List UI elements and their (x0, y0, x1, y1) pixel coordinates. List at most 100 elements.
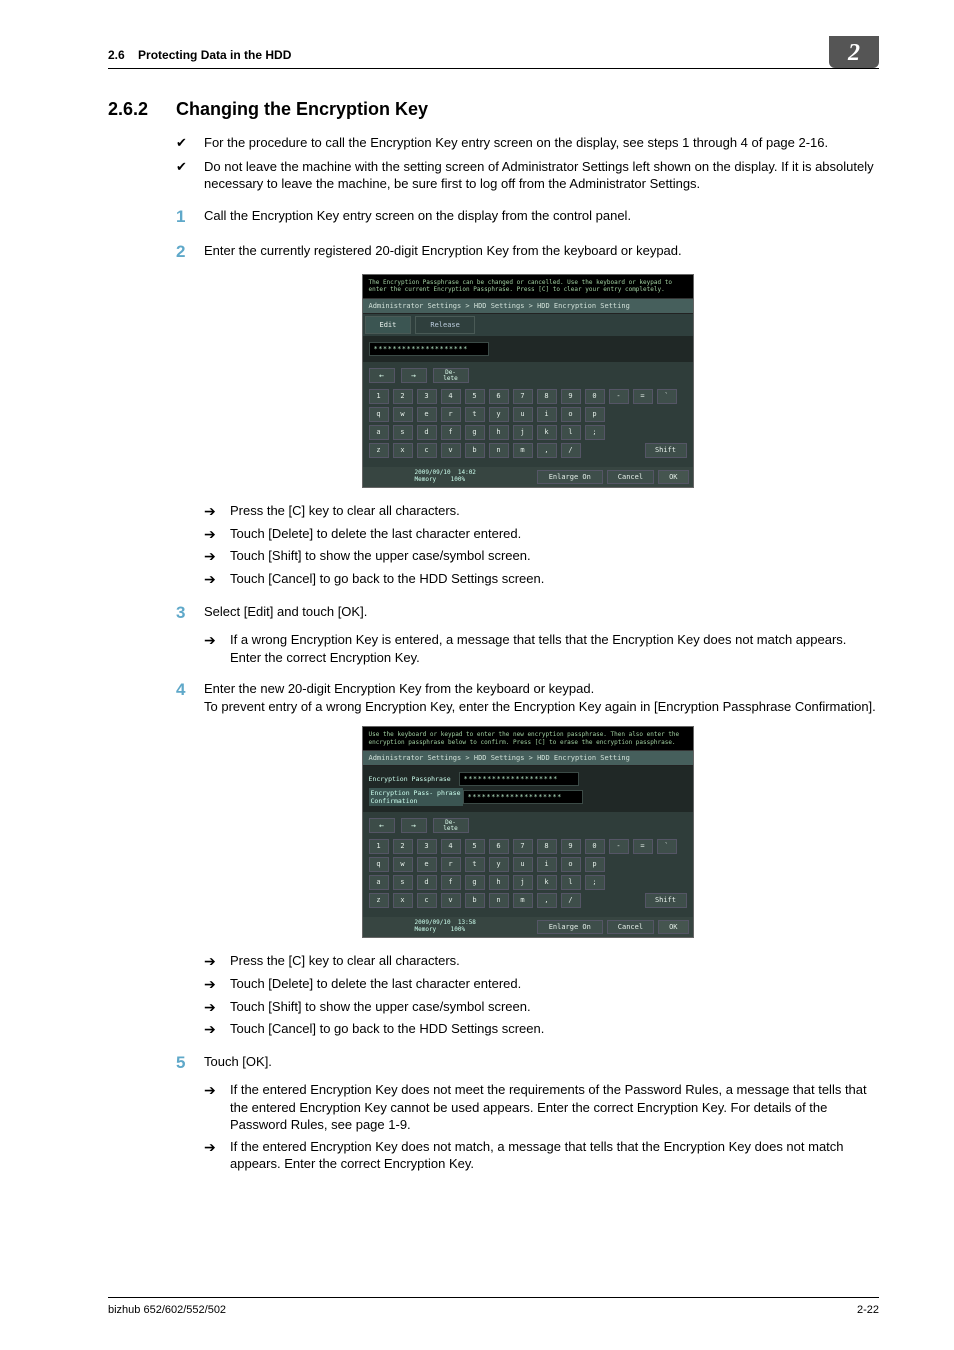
keyboard-key[interactable]: n (489, 443, 509, 458)
keyboard-key[interactable]: d (417, 425, 437, 440)
keyboard-key[interactable]: f (441, 425, 461, 440)
keyboard-key[interactable]: d (417, 875, 437, 890)
keyboard-key[interactable]: n (489, 893, 509, 908)
keyboard-key[interactable]: 4 (441, 839, 461, 854)
keyboard-key[interactable]: t (465, 857, 485, 872)
keyboard-key[interactable]: = (633, 839, 653, 854)
keyboard-key[interactable]: - (609, 839, 629, 854)
keyboard-key[interactable]: 9 (561, 389, 581, 404)
keyboard-key[interactable]: ` (657, 839, 677, 854)
keyboard-key[interactable]: b (465, 443, 485, 458)
delete-key[interactable]: De- lete (433, 368, 469, 383)
delete-key[interactable]: De- lete (433, 818, 469, 833)
tab-edit[interactable]: Edit (365, 316, 412, 334)
arrow-left-key[interactable]: ← (369, 368, 395, 383)
keyboard-key[interactable]: 9 (561, 839, 581, 854)
keyboard-key[interactable]: p (585, 857, 605, 872)
arrow-left-key[interactable]: ← (369, 818, 395, 833)
cancel-button[interactable]: Cancel (607, 470, 654, 484)
keyboard-key[interactable]: c (417, 443, 437, 458)
keyboard-key[interactable]: q (369, 857, 389, 872)
keyboard-key[interactable]: ` (657, 389, 677, 404)
keyboard-key[interactable]: u (513, 857, 533, 872)
keyboard-key[interactable]: r (441, 407, 461, 422)
keyboard-key[interactable]: i (537, 407, 557, 422)
keyboard-key[interactable]: , (537, 443, 557, 458)
tab-release[interactable]: Release (415, 316, 475, 334)
keyboard-key[interactable]: a (369, 425, 389, 440)
keyboard-key[interactable]: j (513, 425, 533, 440)
enlarge-button[interactable]: Enlarge On (537, 920, 603, 934)
keyboard-key[interactable]: w (393, 407, 413, 422)
keyboard-key[interactable]: t (465, 407, 485, 422)
keyboard-key[interactable]: 3 (417, 839, 437, 854)
keyboard-key[interactable]: 1 (369, 839, 389, 854)
keyboard-key[interactable]: v (441, 443, 461, 458)
keyboard-key[interactable]: h (489, 425, 509, 440)
keyboard-key[interactable]: g (465, 425, 485, 440)
keyboard-key[interactable]: k (537, 425, 557, 440)
keyboard-key[interactable]: x (393, 893, 413, 908)
shift-key[interactable]: Shift (645, 443, 687, 458)
keyboard-key[interactable]: l (561, 875, 581, 890)
keyboard-key[interactable]: m (513, 443, 533, 458)
keyboard-key[interactable]: s (393, 875, 413, 890)
keyboard-key[interactable]: c (417, 893, 437, 908)
keyboard-key[interactable]: 8 (537, 389, 557, 404)
passphrase-field[interactable]: ******************** (459, 772, 579, 786)
keyboard-key[interactable]: 4 (441, 389, 461, 404)
keyboard-key[interactable]: s (393, 425, 413, 440)
keyboard-key[interactable]: 6 (489, 839, 509, 854)
keyboard-key[interactable]: ; (585, 875, 605, 890)
keyboard-key[interactable]: r (441, 857, 461, 872)
arrow-right-key[interactable]: → (401, 368, 427, 383)
keyboard-key[interactable]: a (369, 875, 389, 890)
keyboard-key[interactable]: 2 (393, 839, 413, 854)
keyboard-key[interactable]: l (561, 425, 581, 440)
keyboard-key[interactable]: m (513, 893, 533, 908)
keyboard-key[interactable]: y (489, 407, 509, 422)
shift-key[interactable]: Shift (645, 893, 687, 908)
keyboard-key[interactable]: f (441, 875, 461, 890)
passphrase-confirm-field[interactable]: ******************** (463, 790, 583, 804)
keyboard-key[interactable]: g (465, 875, 485, 890)
keyboard-key[interactable]: , (537, 893, 557, 908)
enlarge-button[interactable]: Enlarge On (537, 470, 603, 484)
keyboard-key[interactable]: o (561, 857, 581, 872)
keyboard-key[interactable]: h (489, 875, 509, 890)
keyboard-key[interactable]: u (513, 407, 533, 422)
keyboard-key[interactable]: q (369, 407, 389, 422)
ok-button[interactable]: OK (658, 920, 688, 934)
keyboard-key[interactable]: = (633, 389, 653, 404)
keyboard-key[interactable]: z (369, 893, 389, 908)
arrow-right-key[interactable]: → (401, 818, 427, 833)
keyboard-key[interactable]: 1 (369, 389, 389, 404)
keyboard-key[interactable]: 0 (585, 389, 605, 404)
keyboard-key[interactable]: y (489, 857, 509, 872)
keyboard-key[interactable]: 7 (513, 839, 533, 854)
keyboard-key[interactable]: k (537, 875, 557, 890)
keyboard-key[interactable]: 7 (513, 389, 533, 404)
keyboard-key[interactable]: 5 (465, 839, 485, 854)
keyboard-key[interactable]: / (561, 893, 581, 908)
ok-button[interactable]: OK (658, 470, 688, 484)
keyboard-key[interactable]: 6 (489, 389, 509, 404)
keyboard-key[interactable]: ; (585, 425, 605, 440)
keyboard-key[interactable]: / (561, 443, 581, 458)
keyboard-key[interactable]: e (417, 407, 437, 422)
keyboard-key[interactable]: z (369, 443, 389, 458)
keyboard-key[interactable]: v (441, 893, 461, 908)
keyboard-key[interactable]: - (609, 389, 629, 404)
keyboard-key[interactable]: x (393, 443, 413, 458)
keyboard-key[interactable]: e (417, 857, 437, 872)
keyboard-key[interactable]: 2 (393, 389, 413, 404)
passphrase-field[interactable]: ******************** (369, 342, 489, 356)
keyboard-key[interactable]: o (561, 407, 581, 422)
keyboard-key[interactable]: 3 (417, 389, 437, 404)
keyboard-key[interactable]: 5 (465, 389, 485, 404)
keyboard-key[interactable]: p (585, 407, 605, 422)
keyboard-key[interactable]: w (393, 857, 413, 872)
keyboard-key[interactable]: b (465, 893, 485, 908)
cancel-button[interactable]: Cancel (607, 920, 654, 934)
keyboard-key[interactable]: i (537, 857, 557, 872)
